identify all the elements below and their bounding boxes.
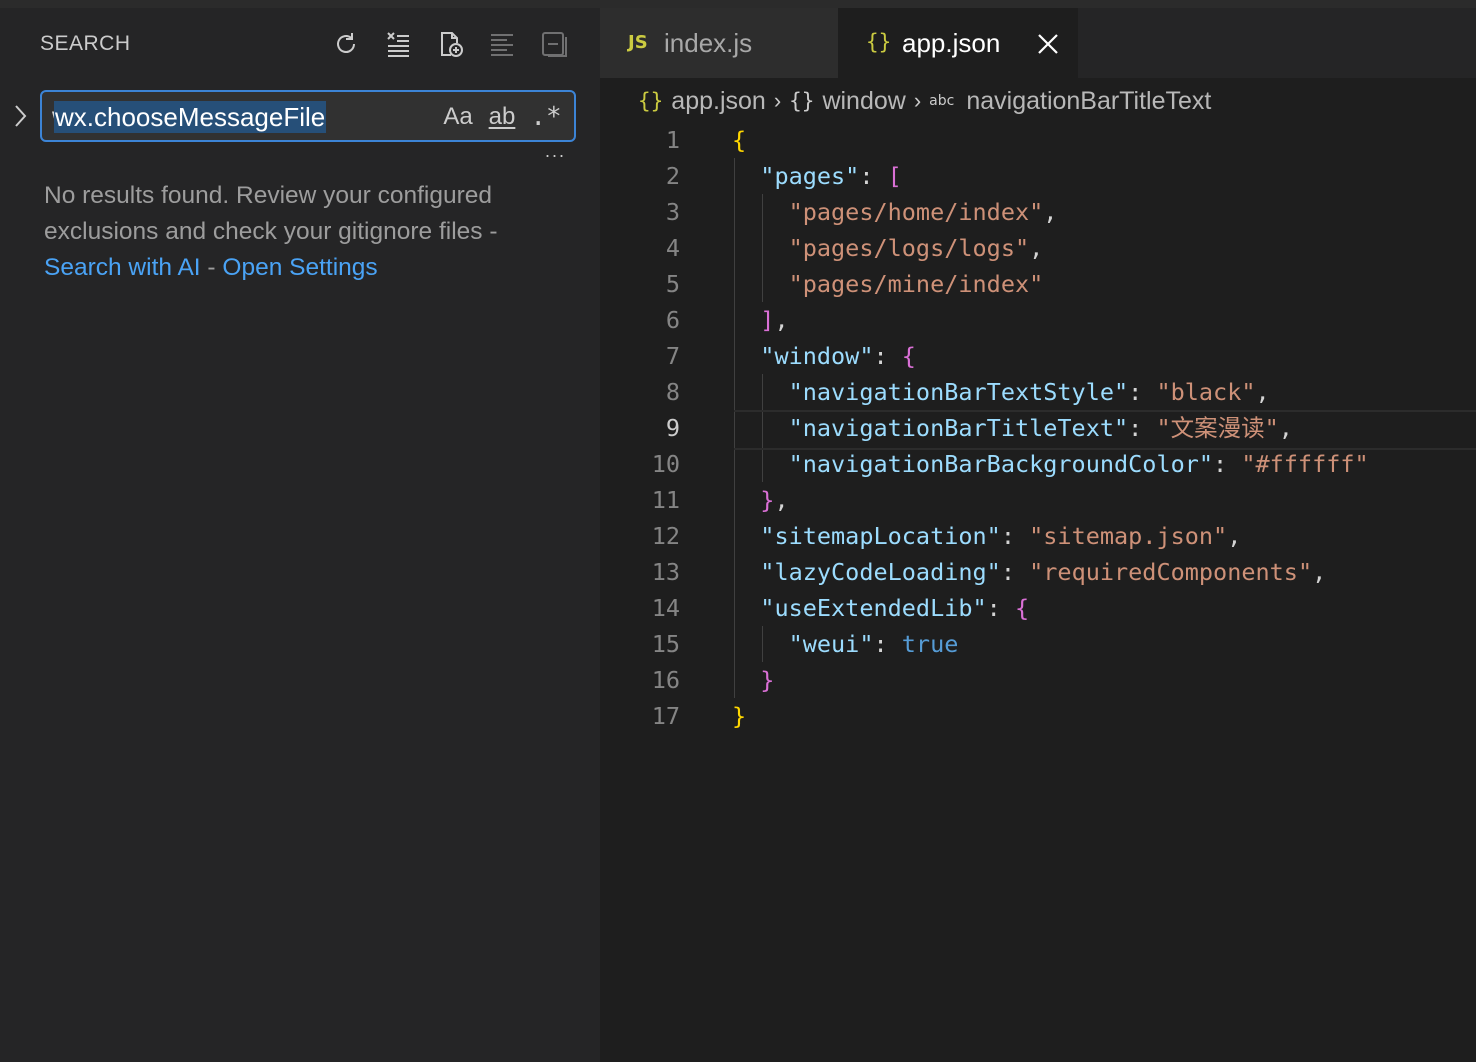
match-case-toggle[interactable]: Aa [440, 100, 476, 134]
clear-results-button[interactable] [380, 26, 416, 62]
breadcrumb-object[interactable]: window [822, 87, 905, 116]
code-line: 13 "lazyCodeLoading": "requiredComponent… [651, 558, 1327, 586]
code-line: 6 ], [665, 306, 789, 334]
collapse-all-icon [542, 32, 567, 57]
object-icon: {} [789, 89, 815, 113]
chevron-right-icon [15, 105, 27, 127]
refresh-button[interactable] [328, 26, 364, 62]
json-file-icon: {} [638, 89, 664, 113]
editor-tabs: JS index.js {} app.json [600, 8, 1476, 78]
code-line-current: 9 "navigationBarTitleText": "文案漫读", [600, 410, 1476, 450]
code-line: 5 "pages/mine/index" [665, 270, 1044, 298]
editor-area: JS index.js {} app.json {} app.json › {}… [600, 8, 1476, 1062]
code-line: 12 "sitemapLocation": "sitemap.json", [651, 522, 1242, 550]
tab-label: app.json [902, 28, 1001, 58]
list-icon [491, 34, 513, 56]
string-property-icon: abc [929, 93, 955, 109]
refresh-icon [337, 33, 355, 53]
search-box: wx.chooseMessageFile Aa ab .* [40, 90, 576, 142]
code-line: 1{ [665, 126, 747, 154]
chevron-right-icon: › [773, 88, 782, 113]
code-line: 7 "window": { [665, 342, 916, 370]
code-line: 11 }, [651, 486, 789, 514]
window-top-strip [0, 0, 1476, 8]
code-line: 15 "weui": true [651, 630, 959, 658]
close-icon[interactable] [1034, 30, 1062, 58]
code-line: 17} [651, 702, 747, 730]
match-whole-word-toggle[interactable]: ab [484, 100, 520, 134]
tab-index-js[interactable]: JS index.js [600, 8, 838, 78]
code-line: 14 "useExtendedLib": { [651, 594, 1030, 622]
sidebar-title: SEARCH [40, 32, 131, 55]
javascript-file-icon: JS [628, 32, 648, 53]
new-file-icon [441, 32, 463, 57]
open-settings-link[interactable]: Open Settings [222, 254, 377, 281]
view-as-tree-button[interactable] [484, 26, 520, 62]
breadcrumb-property[interactable]: navigationBarTitleText [966, 87, 1211, 116]
use-regex-toggle[interactable]: .* [528, 100, 564, 134]
clear-all-icon [387, 32, 409, 57]
code-line: 4 "pages/logs/logs", [665, 234, 1044, 262]
json-file-icon: {} [866, 30, 892, 54]
tab-label: index.js [664, 28, 753, 58]
search-options: Aa ab .* [440, 100, 564, 134]
toggle-search-details-button[interactable]: ··· [540, 146, 570, 168]
toggle-replace-button[interactable] [8, 102, 32, 130]
sidebar-actions [328, 26, 572, 62]
code-line: 2 "pages": [ [665, 162, 902, 190]
breadcrumb: {} app.json › {} window › abc navigation… [638, 86, 1211, 116]
code-line: 16 } [651, 666, 775, 694]
search-with-ai-link[interactable]: Search with AI [44, 254, 201, 281]
chevron-right-icon: › [913, 88, 922, 113]
new-search-editor-button[interactable] [432, 26, 468, 62]
code-line: 3 "pages/home/index", [665, 198, 1058, 226]
search-sidebar: SEARCH wx.chooseMessageFile wx.chooseMes… [0, 8, 600, 1062]
tab-app-json[interactable]: {} app.json [838, 8, 1078, 78]
search-input[interactable] [52, 100, 432, 132]
code-line: 8 "navigationBarTextStyle": "black", [665, 378, 1270, 406]
code-editor[interactable]: 1{ 2 "pages": [ 3 "pages/home/index", 4 … [600, 122, 1476, 734]
collapse-all-button[interactable] [536, 26, 572, 62]
code-line: 10 "navigationBarBackgroundColor": "#fff… [651, 450, 1369, 478]
breadcrumb-file[interactable]: app.json [671, 87, 766, 116]
no-results-message: No results found. Review your configured… [44, 182, 498, 281]
